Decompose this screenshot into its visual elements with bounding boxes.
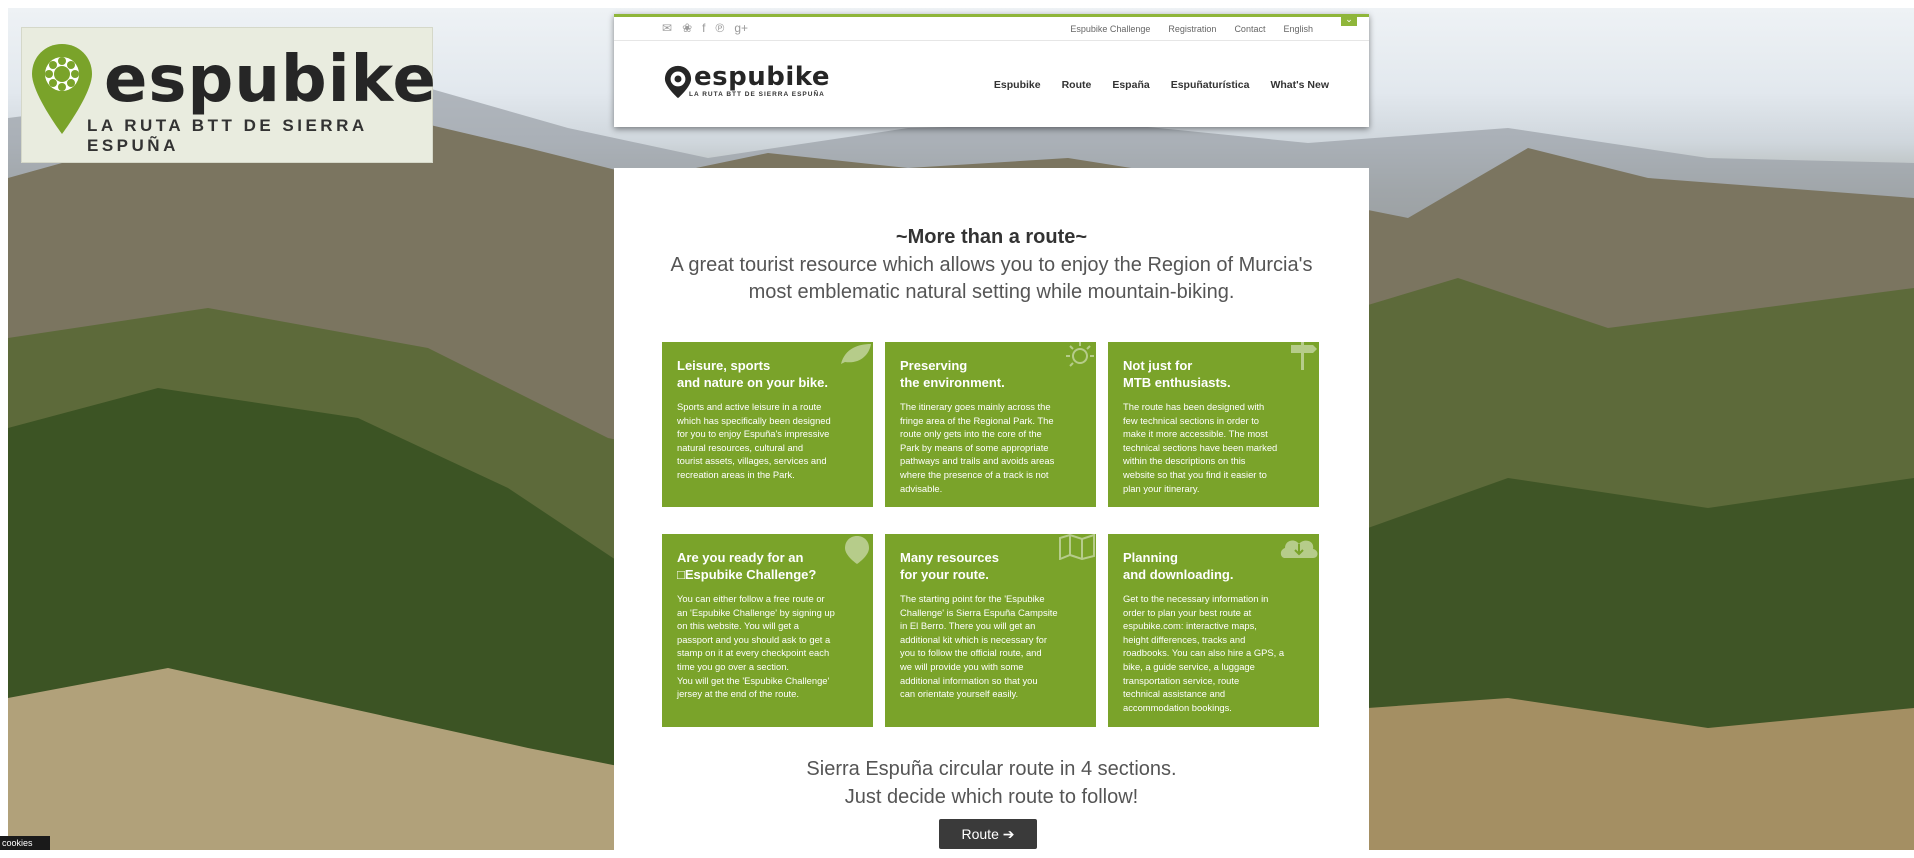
feature-card-environment[interactable]: Preserving the environment. The itinerar… [885,342,1096,507]
sun-icon [1066,342,1094,367]
brand-tagline: LA RUTA BTT DE SIERRA ESPUÑA [87,116,368,155]
nav-item-whats-new[interactable]: What's New [1270,79,1329,91]
nav-item-espubike[interactable]: Espubike [994,79,1041,91]
brand-logo-large[interactable]: espubike LA RUTA BTT DE SIERRA ESPUÑA [21,27,436,163]
page-headline: ~More than a route~ [895,226,1088,248]
card-title: Many resources for your route. [900,550,999,582]
signpost-icon [1291,342,1317,370]
header-brand-tagline: LA RUTA BTT DE SIERRA ESPUÑA [689,91,825,98]
feature-card-mtb[interactable]: Not just for MTB enthusiasts. The route … [1108,342,1319,507]
card-title: Leisure, sports and nature on your bike. [677,358,828,390]
top-link-challenge[interactable]: Espubike Challenge [1070,24,1150,34]
map-icon [1059,534,1095,560]
header-brand-wordmark[interactable]: espubike [694,64,830,90]
card-text: You can either follow a free route or an… [677,593,835,700]
googleplus-icon[interactable]: g+ [734,21,748,35]
feature-card-challenge[interactable]: Are you ready for an □Espubike Challenge… [662,534,873,727]
route-button[interactable]: Route ➔ [939,819,1037,849]
card-title: Are you ready for an □Espubike Challenge… [677,550,817,582]
site-header: ✉ ❀ f ℗ g+ Espubike Challenge Registrati… [614,14,1369,127]
pinterest-icon[interactable]: ℗ [715,21,724,35]
feature-card-leisure[interactable]: Leisure, sports and nature on your bike.… [662,342,873,507]
card-text: Sports and active leisure in a route whi… [677,401,831,480]
top-link-contact[interactable]: Contact [1234,24,1265,34]
location-pin-icon [664,65,692,99]
content-panel: ~More than a route~ A great tourist reso… [614,168,1369,858]
card-title: Not just for MTB enthusiasts. [1123,358,1231,390]
location-pin-icon [32,44,92,134]
mail-icon[interactable]: ✉ [662,21,672,35]
download-cloud-icon [1280,540,1318,558]
card-title: Planning and downloading. [1123,550,1234,582]
route-summary-line1: Sierra Espuña circular route in 4 sectio… [806,758,1177,780]
card-title: Preserving the environment. [900,358,1005,390]
card-text: The route has been designed with few tec… [1123,401,1278,494]
top-bar: ✉ ❀ f ℗ g+ Espubike Challenge Registrati… [614,14,1369,41]
social-links: ✉ ❀ f ℗ g+ [662,21,748,35]
twitter-icon[interactable]: ❀ [682,21,692,35]
feature-card-planning[interactable]: Planning and downloading. Get to the nec… [1108,534,1319,727]
main-navigation: Espubike Route España Espuñaturística Wh… [994,79,1329,91]
brand-wordmark: espubike [104,43,437,117]
card-text: The starting point for the 'Espubike Cha… [900,593,1058,700]
chevron-down-icon[interactable]: ⌄ [1341,14,1357,26]
card-text: Get to the necessary information in orde… [1123,593,1285,713]
route-summary-line2: Just decide which route to follow! [844,786,1139,808]
nav-item-espunaturistica[interactable]: Espuñaturística [1171,79,1250,91]
facebook-icon[interactable]: f [702,21,705,35]
feature-card-resources[interactable]: Many resources for your route. The start… [885,534,1096,727]
leaf-icon [841,344,871,364]
top-link-language[interactable]: English [1283,24,1313,34]
nav-item-route[interactable]: Route [1062,79,1092,91]
cookies-tab[interactable]: cookies [0,836,50,850]
card-text: The itinerary goes mainly across the fri… [900,401,1055,494]
top-link-registration[interactable]: Registration [1168,24,1216,34]
nav-item-espana[interactable]: España [1112,79,1149,91]
top-links: Espubike Challenge Registration Contact … [1070,24,1313,34]
page-subheadline: A great tourist resource which allows yo… [670,254,1313,303]
route-summary: Sierra Espuña circular route in 4 sectio… [614,755,1369,811]
map-pin-icon [845,536,869,564]
